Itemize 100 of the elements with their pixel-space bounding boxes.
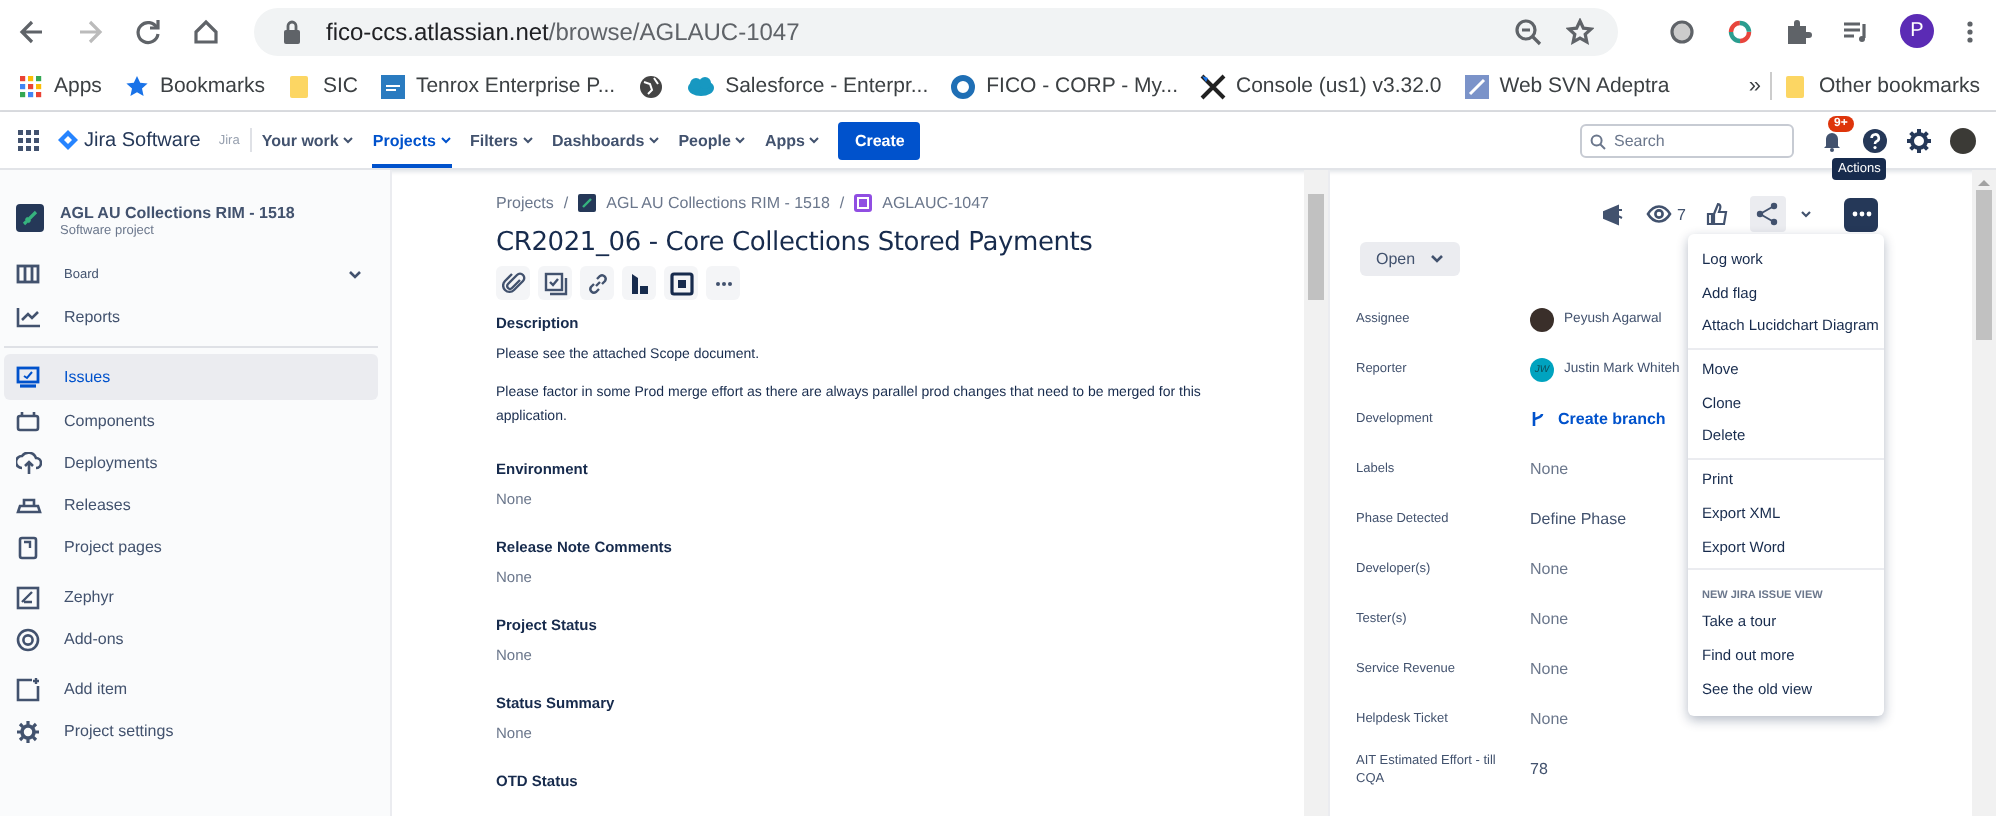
megaphone-icon[interactable]	[1601, 202, 1626, 226]
crossed-tools-icon	[1199, 73, 1226, 99]
chevron-down-icon	[648, 136, 661, 144]
chevron-down-icon	[439, 136, 452, 144]
more-icon	[1851, 210, 1871, 218]
breadcrumb-link[interactable]: AGL AU Collections RIM - 1518	[606, 193, 830, 211]
search-field[interactable]: Search	[1580, 123, 1794, 157]
sidebar-item[interactable]: Zephyr	[4, 576, 378, 618]
bookmarks-overflow[interactable]: »	[1748, 74, 1761, 98]
project-avatar-icon	[16, 204, 44, 232]
sidebar-item[interactable]: Releases	[4, 484, 378, 526]
url-text: fico-ccs.atlassian.net/browse/AGLAUC-1047	[326, 17, 800, 45]
chevron-down-icon	[808, 136, 821, 144]
chevron-down-icon	[734, 136, 747, 144]
sidebar-item[interactable]: Project pages	[4, 526, 378, 568]
field-value: 78	[1530, 760, 1548, 778]
status-dropdown[interactable]: Open	[1360, 242, 1460, 276]
bookmark-link[interactable]: Tenrox Enterprise P...	[415, 74, 616, 98]
calendar-icon	[16, 409, 42, 433]
bell-icon[interactable]	[1820, 128, 1844, 152]
user-avatar[interactable]	[1950, 127, 1976, 153]
cloud-upload-icon	[16, 451, 42, 475]
square-icon	[16, 585, 42, 609]
nav-menu[interactable]: Filters	[469, 112, 534, 168]
colorful-ring-icon[interactable]	[1726, 17, 1754, 45]
back-icon[interactable]	[18, 17, 46, 45]
home-icon[interactable]	[192, 17, 220, 45]
search-icon	[1590, 133, 1606, 149]
add-square-icon	[16, 677, 42, 701]
bookmark-link[interactable]: FICO - CORP - My...	[986, 74, 1178, 98]
breadcrumb-separator: /	[839, 193, 845, 211]
watcher-count: 7	[1677, 205, 1686, 223]
field-value: None	[1530, 560, 1569, 578]
profile-avatar[interactable]: P	[1900, 14, 1934, 48]
breadcrumb-link[interactable]: Projects	[496, 193, 554, 211]
nav-menu[interactable]: People	[678, 112, 747, 168]
subtask-icon[interactable]	[543, 271, 567, 295]
create-button[interactable]: Create	[838, 121, 921, 159]
star-icon[interactable]	[1566, 17, 1594, 45]
chart-bars-icon[interactable]	[627, 271, 651, 295]
svn-logo-icon	[1463, 73, 1490, 99]
ring-icon	[950, 73, 977, 99]
nav-menu[interactable]: Apps	[764, 112, 821, 168]
field-value: None	[1530, 660, 1569, 678]
ship-icon	[16, 493, 42, 517]
help-icon[interactable]	[1862, 127, 1888, 153]
bookmark-link[interactable]: Other bookmarks	[1818, 74, 1980, 98]
field-value: Define Phase	[1530, 510, 1627, 528]
eye-icon[interactable]	[1645, 204, 1672, 224]
zoom-out-icon[interactable]	[1514, 17, 1542, 45]
breadcrumb-separator: /	[563, 193, 569, 211]
bookmark-link[interactable]: Console (us1) v3.32.0	[1235, 74, 1442, 98]
puzzle-icon[interactable]	[1784, 17, 1812, 45]
field-value: None	[1530, 610, 1569, 628]
field-value: None	[1530, 460, 1569, 478]
lock-icon	[282, 19, 302, 43]
issue-title: CR2021_06 - Core Collections Stored Payments	[496, 228, 1095, 258]
sidebar-item[interactable]: Reports	[4, 296, 378, 338]
chevron-down-icon	[342, 136, 355, 144]
sidebar-item[interactable]: Add-ons	[4, 618, 378, 660]
nav-menu[interactable]: Your work	[261, 112, 355, 168]
bookmark-link[interactable]: Salesforce - Enterpr...	[725, 74, 929, 98]
share-icon[interactable]	[1750, 196, 1786, 232]
app-switcher-icon[interactable]	[18, 129, 40, 151]
cloud-icon	[685, 73, 716, 99]
address-bar[interactable]: fico-ccs.atlassian.net/browse/AGLAUC-1047	[254, 7, 1618, 55]
scrollbar-thumb[interactable]	[1308, 194, 1324, 300]
more-icon[interactable]	[1964, 17, 1976, 45]
framed-square-icon[interactable]	[669, 271, 693, 295]
product-name: Jira Software	[84, 129, 201, 151]
scrollbar-thumb[interactable]	[1976, 190, 1992, 340]
avatar	[1530, 307, 1554, 331]
paperclip-icon[interactable]	[501, 271, 525, 295]
sidebar-item[interactable]: Components	[4, 400, 378, 442]
sidebar-item[interactable]: Deployments	[4, 442, 378, 484]
settings-icon[interactable]	[1906, 127, 1932, 153]
field-value: None	[1530, 710, 1569, 728]
folder-icon	[286, 73, 313, 99]
bookmark-link[interactable]: Apps	[54, 74, 102, 98]
chevron-down-icon	[1429, 254, 1444, 264]
media-list-icon[interactable]	[1842, 17, 1870, 45]
link-icon[interactable]	[585, 271, 609, 295]
sidebar-item[interactable]: Add item	[4, 668, 378, 710]
breadcrumb-link[interactable]: AGLAUC-1047	[882, 193, 989, 211]
create-branch-link[interactable]: Create branch	[1558, 410, 1666, 428]
apps-grid-icon	[18, 73, 44, 99]
page-icon	[16, 535, 42, 559]
reload-icon[interactable]	[134, 17, 162, 45]
sidebar-item[interactable]: Project settings	[4, 710, 378, 752]
extension-circle-icon[interactable]	[1668, 17, 1696, 45]
psa-logo-icon	[379, 73, 406, 99]
board-icon	[16, 263, 42, 287]
sidebar-item[interactable]: Issues	[4, 354, 378, 400]
bookmark-link[interactable]: Bookmarks	[159, 74, 265, 98]
bookmark-link[interactable]: SIC	[322, 74, 358, 98]
branch-icon	[1530, 410, 1546, 428]
thumbs-up-icon[interactable]	[1706, 202, 1730, 226]
bookmark-link[interactable]: Web SVN Adeptra	[1499, 74, 1670, 98]
nav-menu[interactable]: Dashboards	[551, 112, 661, 168]
settings-icon	[16, 719, 42, 743]
